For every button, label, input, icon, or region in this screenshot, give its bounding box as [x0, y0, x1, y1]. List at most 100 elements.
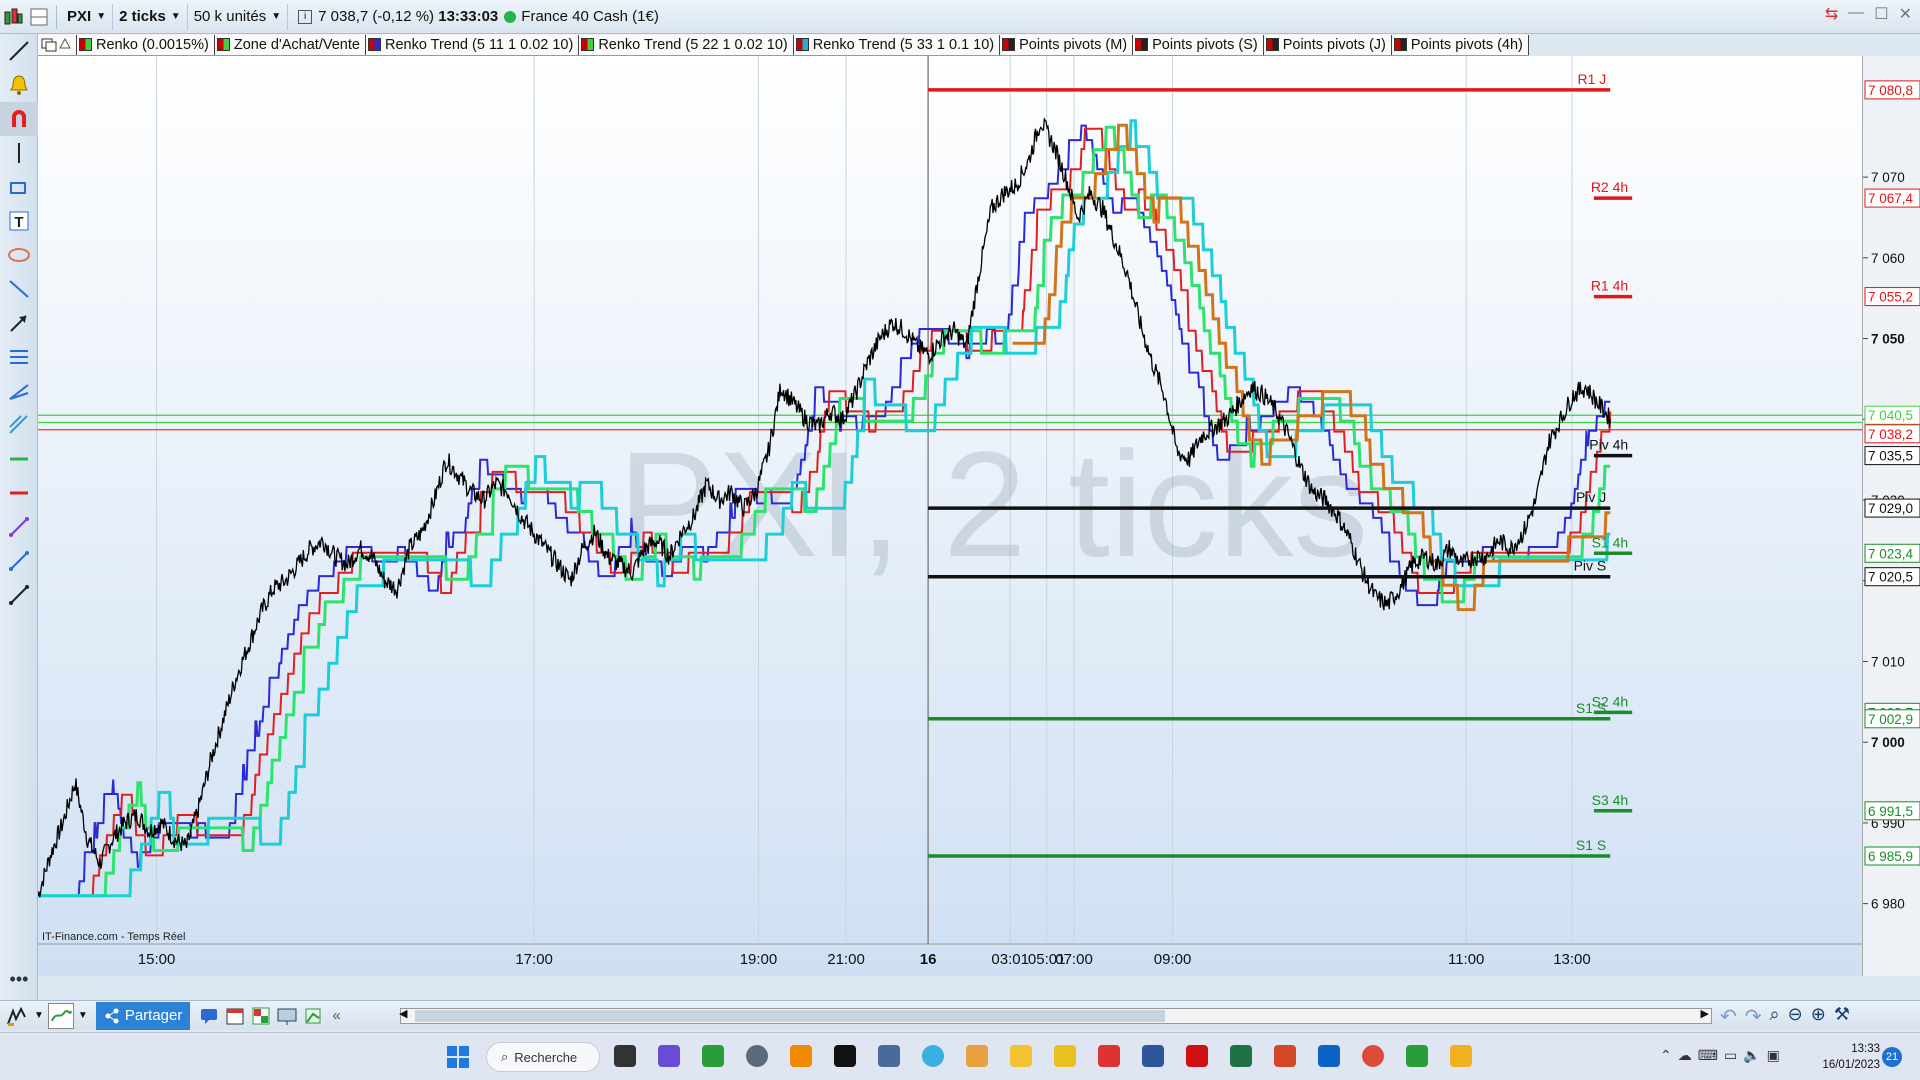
alert-bell-icon[interactable]	[57, 37, 73, 52]
task-view-icon[interactable]	[614, 1045, 636, 1067]
trading-app-icon[interactable]	[702, 1045, 724, 1067]
trend-channel-tool-icon[interactable]	[0, 272, 38, 306]
symbol-label: PXI	[67, 8, 92, 25]
settings-app-icon[interactable]	[746, 1045, 768, 1067]
price-axis[interactable]: 6 9806 9907 0007 0107 0207 0307 0407 050…	[1862, 56, 1920, 976]
chart-style-icon[interactable]	[47, 1002, 74, 1029]
fibonacci-fan-tool-icon[interactable]	[0, 374, 38, 408]
vertical-line-tool-icon[interactable]	[0, 136, 38, 170]
screen-icon[interactable]	[274, 1003, 300, 1029]
interval-dropdown[interactable]: 2 ticks ▼	[113, 3, 188, 30]
chart-area[interactable]: 15:00 17:00 19:00 21:00 16 03:01 05:01 07:00 09:…	[37, 56, 1862, 976]
powerpoint-icon[interactable]	[1274, 1045, 1296, 1067]
buy-order-tool-icon[interactable]	[0, 442, 38, 476]
svg-text:T: T	[14, 214, 23, 231]
trading-app-3-icon[interactable]	[1406, 1045, 1428, 1067]
search-icon: ⌕	[501, 1049, 509, 1064]
chat-icon[interactable]	[196, 1003, 222, 1029]
indicator-label: Zone d'Achat/Vente	[233, 36, 360, 53]
calculator-icon[interactable]	[878, 1045, 900, 1067]
charts-app-icon[interactable]	[1054, 1045, 1076, 1067]
fibonacci-tool-icon[interactable]	[0, 340, 38, 374]
scrollbar-thumb[interactable]	[415, 1010, 1165, 1022]
indicator-legend-item[interactable]: Renko Trend (5 22 1 0.02 10)	[579, 34, 794, 55]
scroll-left-arrow-icon[interactable]: ◀	[399, 1007, 407, 1020]
notification-badge[interactable]: 21	[1882, 1047, 1902, 1067]
info-icon[interactable]: i	[298, 9, 313, 24]
price-chart[interactable]: 15:00 17:00 19:00 21:00 16 03:0105:0107:00 09:…	[37, 56, 1862, 976]
maximize-icon[interactable]: ☐	[1874, 4, 1888, 24]
file-explorer-icon[interactable]	[1010, 1045, 1032, 1067]
rectangle-tool-icon[interactable]	[0, 170, 38, 204]
outlook-icon[interactable]	[1318, 1045, 1340, 1067]
indicator-label: Points pivots (J)	[1282, 36, 1386, 53]
meet-icon[interactable]	[658, 1045, 680, 1067]
symbol-dropdown[interactable]: PXI ▼	[61, 3, 114, 30]
units-dropdown[interactable]: 50 k unités ▼	[188, 3, 289, 30]
indicator-legend-item[interactable]: Points pivots (J)	[1263, 34, 1392, 55]
windows-start-icon[interactable]	[447, 1046, 469, 1071]
more-tools-icon[interactable]: •••	[0, 962, 38, 996]
plus-app-icon[interactable]	[834, 1045, 856, 1067]
price-tag-label: 6 985,9	[1868, 849, 1913, 864]
system-tray[interactable]: ⌃☁⌨▭🔈▣	[1660, 1047, 1786, 1064]
ray-tool-icon[interactable]	[0, 544, 38, 578]
table-icon[interactable]	[248, 1003, 274, 1029]
scroll-right-arrow-icon[interactable]: ▶	[1701, 1007, 1709, 1020]
arrow-tool-icon[interactable]	[0, 306, 38, 340]
browser-globe-icon[interactable]	[922, 1045, 944, 1067]
crosshair-chart-icon[interactable]	[300, 1003, 326, 1029]
taskbar-clock[interactable]: 13:33 16/01/2023	[1814, 1041, 1880, 1073]
indicator-legend-item[interactable]: Renko Trend (5 11 1 0.02 10)	[365, 34, 580, 55]
pivot-label: R1 4h	[1591, 278, 1628, 294]
indicator-legend-item[interactable]: Zone d'Achat/Vente	[214, 34, 366, 55]
segment-tool-icon[interactable]	[0, 510, 38, 544]
price-info: i 7 038,7 (-0,12 %) 13:33:03 France 40 C…	[288, 8, 659, 25]
chevron-down-icon[interactable]: ▼	[34, 1010, 44, 1021]
windows-icon[interactable]	[41, 38, 57, 52]
draw-pencil-icon[interactable]	[4, 1003, 30, 1029]
close-icon[interactable]: ✕	[1899, 4, 1912, 24]
redo-icon[interactable]: ↷	[1745, 1004, 1762, 1029]
indicator-color-swatch	[367, 38, 381, 51]
magnet-tool-icon[interactable]	[0, 102, 38, 136]
chart-type-icon[interactable]	[0, 4, 26, 30]
chrome-icon[interactable]	[1362, 1045, 1384, 1067]
measure-tool-icon[interactable]	[0, 578, 38, 612]
indicator-legend-item[interactable]: Points pivots (S)	[1133, 34, 1264, 55]
indicator-legend-item[interactable]: Renko (0.0015%)	[77, 34, 215, 55]
zoom-out-icon[interactable]: ⊖	[1788, 1004, 1803, 1029]
zoom-fit-icon[interactable]: ⌕	[1770, 1004, 1780, 1029]
zoom-in-icon[interactable]: ⊕	[1811, 1004, 1826, 1029]
share-button[interactable]: Partager	[95, 1001, 191, 1030]
indicator-bar: Renko (0.0015%) Zone d'Achat/Vente Renko T…	[38, 34, 1529, 56]
ellipse-tool-icon[interactable]	[0, 238, 38, 272]
excel-icon[interactable]	[1230, 1045, 1252, 1067]
word-icon[interactable]	[1142, 1045, 1164, 1067]
finance-app-icon[interactable]	[1450, 1045, 1472, 1067]
pdf-icon[interactable]	[1186, 1045, 1208, 1067]
indicator-legend-item[interactable]: Renko Trend (5 33 1 0.1 10)	[793, 34, 1001, 55]
trading-app-2-icon[interactable]	[1098, 1045, 1120, 1067]
alert-tool-icon[interactable]	[0, 68, 38, 102]
text-tool-icon[interactable]: T	[0, 204, 38, 238]
horizontal-scrollbar[interactable]: ◀ ▶	[399, 1007, 1712, 1024]
sync-icon[interactable]: ⇆	[1825, 4, 1838, 24]
separator	[56, 4, 57, 29]
undo-icon[interactable]: ↶	[1720, 1004, 1737, 1029]
vlc-icon[interactable]	[790, 1045, 812, 1067]
layout-icon[interactable]	[26, 4, 52, 30]
settings-icon[interactable]: ⚒	[1834, 1004, 1850, 1029]
chevron-down-icon: ▼	[170, 11, 181, 22]
indicator-legend-item[interactable]: Points pivots (4h)	[1391, 34, 1529, 55]
taskbar-search[interactable]: ⌕ Recherche	[486, 1042, 600, 1072]
scroll-left-double-icon[interactable]: «	[332, 1007, 340, 1024]
media-icon[interactable]	[966, 1045, 988, 1067]
sell-order-tool-icon[interactable]	[0, 476, 38, 510]
pitchfork-tool-icon[interactable]	[0, 408, 38, 442]
indicator-legend-item[interactable]: Points pivots (M)	[1000, 34, 1134, 55]
line-tool-icon[interactable]	[0, 34, 38, 68]
calendar-icon[interactable]	[222, 1003, 248, 1029]
minimize-icon[interactable]: —	[1848, 4, 1864, 24]
chevron-down-icon[interactable]: ▼	[78, 1010, 88, 1021]
